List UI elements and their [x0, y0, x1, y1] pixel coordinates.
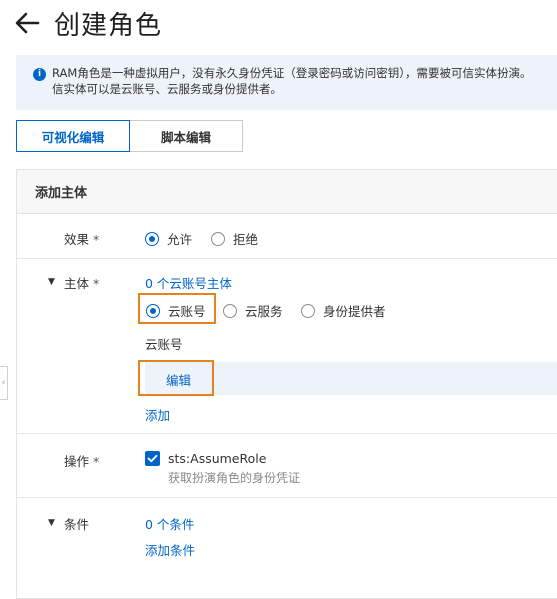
condition-label: 条件 [64, 517, 90, 532]
effect-allow-radio[interactable]: 允许 [145, 229, 192, 248]
page-title: 创建角色 [54, 10, 163, 41]
radio-unselected-icon [211, 231, 225, 246]
tab-script-editor[interactable]: 脚本编辑 [130, 120, 243, 152]
checkmark-icon [147, 454, 158, 463]
principal-idp-label: 身份提供者 [323, 304, 386, 319]
caret-down-icon[interactable]: ▼ [48, 277, 55, 287]
principal-account-radio[interactable]: 云账号 [146, 301, 206, 320]
notice-line-2: 信实体可以是云账号、云服务或身份提供者。 [52, 82, 282, 96]
action-label: 操作 * [64, 454, 100, 469]
add-account-link[interactable]: 添加 [145, 405, 170, 424]
edit-account-link[interactable]: 编辑 [166, 370, 191, 389]
account-section-label: 云账号 [145, 337, 183, 352]
page-header: 创建角色 [14, 6, 163, 41]
principal-service-radio[interactable]: 云服务 [223, 301, 283, 320]
effect-label: 效果 * [64, 232, 100, 247]
action-description: 获取扮演角色的身份凭证 [168, 471, 301, 485]
principal-service-label: 云服务 [245, 304, 283, 319]
back-arrow-icon[interactable] [14, 9, 42, 37]
tab-visual-editor[interactable]: 可视化编辑 [16, 120, 130, 152]
effect-deny-radio[interactable]: 拒绝 [211, 229, 258, 248]
divider [17, 433, 557, 434]
effect-allow-label: 允许 [167, 232, 193, 247]
divider [17, 497, 557, 498]
collapse-handle[interactable]: ‹ [0, 366, 8, 400]
principal-count-link[interactable]: 0 个云账号主体 [145, 273, 232, 292]
action-checkbox[interactable] [145, 451, 160, 466]
principal-idp-radio[interactable]: 身份提供者 [301, 301, 386, 320]
panel-title: 添加主体 [17, 170, 557, 214]
divider [17, 258, 557, 259]
radio-selected-icon [145, 231, 159, 246]
editor-tabs: 可视化编辑 脚本编辑 [16, 120, 243, 152]
info-icon: i [33, 68, 46, 81]
condition-count-link[interactable]: 0 个条件 [145, 514, 194, 533]
caret-down-icon[interactable]: ▼ [48, 518, 55, 528]
notice-line-1: RAM角色是一种虚拟用户，没有永久身份凭证（登录密码或访问密钥），需要被可信实体… [52, 66, 532, 80]
add-condition-link[interactable]: 添加条件 [145, 540, 195, 559]
radio-unselected-icon [223, 303, 237, 318]
radio-unselected-icon [301, 303, 315, 318]
info-notice: i RAM角色是一种虚拟用户，没有永久身份凭证（登录密码或访问密钥），需要被可信… [16, 55, 557, 110]
effect-deny-label: 拒绝 [233, 232, 259, 247]
action-value: sts:AssumeRole [168, 451, 267, 466]
principal-account-label: 云账号 [168, 304, 206, 319]
radio-selected-icon [146, 303, 160, 318]
principal-label: 主体 * [64, 276, 100, 291]
